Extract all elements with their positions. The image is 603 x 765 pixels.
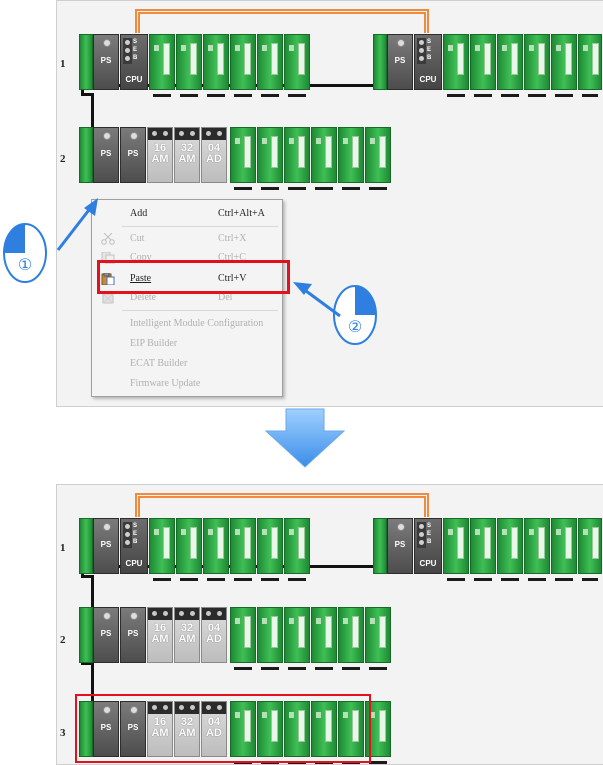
- empty-slot[interactable]: [257, 518, 283, 581]
- empty-slot[interactable]: [551, 34, 577, 97]
- context-menu: Add Ctrl+Alt+A Cut Ctrl+X Copy Ctrl+C Pa…: [91, 199, 283, 397]
- empty-slot[interactable]: [551, 518, 577, 581]
- menu-item-firmware-update[interactable]: Firmware Update: [92, 375, 282, 394]
- arrow-icon: [293, 282, 341, 318]
- empty-slot[interactable]: [149, 518, 175, 581]
- switch-icon: [123, 38, 132, 64]
- menu-item-cut[interactable]: Cut Ctrl+X: [92, 230, 282, 249]
- switch-icon: [417, 522, 426, 548]
- switch-icon: [417, 38, 426, 64]
- led-icon: [103, 39, 111, 47]
- ethernet-cable: [138, 496, 426, 517]
- empty-slot[interactable]: [578, 34, 602, 97]
- power-supply-module[interactable]: PS: [93, 127, 119, 183]
- empty-slot[interactable]: [578, 518, 602, 581]
- empty-slot[interactable]: [230, 607, 256, 670]
- empty-slot[interactable]: [203, 34, 229, 97]
- left-click-mouse-icon: ①: [3, 223, 47, 283]
- led-icon: [397, 39, 405, 47]
- arrow-icon: [56, 198, 98, 251]
- empty-slot[interactable]: [497, 518, 523, 581]
- switch-icon: [123, 522, 132, 548]
- power-supply-module[interactable]: PS: [93, 607, 119, 663]
- led-icon: [103, 523, 111, 531]
- empty-slot[interactable]: [470, 518, 496, 581]
- empty-slot[interactable]: [365, 607, 391, 670]
- empty-slot[interactable]: [176, 34, 202, 97]
- power-supply-module[interactable]: PS: [387, 518, 413, 574]
- pasted-rack-highlight-frame: [75, 694, 371, 763]
- rack-edge: [79, 518, 93, 574]
- empty-slot[interactable]: [365, 127, 391, 190]
- empty-slot[interactable]: [149, 34, 175, 97]
- io-module-04ad[interactable]: 04 AD: [201, 127, 227, 183]
- row-label-3: 3: [60, 727, 66, 739]
- cpu-module[interactable]: SEB CPU: [120, 518, 148, 574]
- empty-slot[interactable]: [284, 518, 310, 581]
- io-module-16am[interactable]: 16 AM: [147, 607, 173, 663]
- led-icon: [397, 523, 405, 531]
- rack-edge: [373, 518, 387, 574]
- empty-slot[interactable]: [311, 127, 337, 190]
- empty-slot[interactable]: [203, 518, 229, 581]
- power-supply-module[interactable]: PS: [387, 34, 413, 90]
- rack-edge: [79, 607, 93, 663]
- power-supply-module[interactable]: PS: [93, 518, 119, 574]
- empty-slot[interactable]: [230, 518, 256, 581]
- empty-slot[interactable]: [257, 607, 283, 670]
- paste-highlight-frame: [97, 260, 290, 294]
- io-module-32am[interactable]: 32 AM: [174, 607, 200, 663]
- io-module-16am[interactable]: 16 AM: [147, 127, 173, 183]
- empty-slot[interactable]: [176, 518, 202, 581]
- menu-item-eip-builder[interactable]: EIP Builder: [92, 335, 282, 354]
- empty-slot[interactable]: [524, 34, 550, 97]
- led-icon: [130, 132, 138, 140]
- menu-item-add[interactable]: Add Ctrl+Alt+A: [92, 205, 282, 224]
- led-icon: [103, 612, 111, 620]
- led-icon: [103, 132, 111, 140]
- empty-slot[interactable]: [470, 34, 496, 97]
- empty-slot[interactable]: [284, 607, 310, 670]
- empty-slot[interactable]: [284, 34, 310, 97]
- rack-edge: [373, 34, 387, 90]
- cpu-module[interactable]: SEB CPU: [414, 518, 442, 574]
- empty-slot[interactable]: [284, 127, 310, 190]
- io-module-04ad[interactable]: 04 AD: [201, 607, 227, 663]
- power-supply-module[interactable]: PS: [120, 607, 146, 663]
- empty-slot[interactable]: [497, 34, 523, 97]
- empty-slot[interactable]: [443, 518, 469, 581]
- empty-slot[interactable]: [338, 127, 364, 190]
- row-label-1: 1: [60, 58, 66, 70]
- empty-slot[interactable]: [311, 607, 337, 670]
- ethernet-cable: [138, 12, 426, 33]
- rack-configuration-panel-after: 1 2 3 PS SEB CPU PS SEB CPU PS PS 16 AM …: [56, 484, 603, 765]
- row-label-1: 1: [60, 542, 66, 554]
- empty-slot[interactable]: [338, 607, 364, 670]
- empty-slot[interactable]: [230, 34, 256, 97]
- svg-text:①: ①: [18, 255, 32, 274]
- rack-edge: [79, 127, 93, 183]
- empty-slot[interactable]: [230, 127, 256, 190]
- menu-item-ecat-builder[interactable]: ECAT Builder: [92, 355, 282, 374]
- rack-edge: [79, 34, 93, 90]
- led-icon: [130, 612, 138, 620]
- cpu-module[interactable]: SEB CPU: [120, 34, 148, 90]
- row-label-2: 2: [60, 634, 66, 646]
- menu-item-intelligent-module-configuration[interactable]: Intelligent Module Configuration: [92, 315, 282, 334]
- empty-slot[interactable]: [443, 34, 469, 97]
- cpu-module[interactable]: SEB CPU: [414, 34, 442, 90]
- power-supply-module[interactable]: PS: [93, 34, 119, 90]
- empty-slot[interactable]: [257, 34, 283, 97]
- down-arrow-icon: [264, 408, 346, 468]
- empty-slot[interactable]: [257, 127, 283, 190]
- row-label-2: 2: [60, 153, 66, 165]
- io-module-32am[interactable]: 32 AM: [174, 127, 200, 183]
- empty-slot[interactable]: [524, 518, 550, 581]
- power-supply-module[interactable]: PS: [120, 127, 146, 183]
- svg-text:②: ②: [348, 317, 362, 336]
